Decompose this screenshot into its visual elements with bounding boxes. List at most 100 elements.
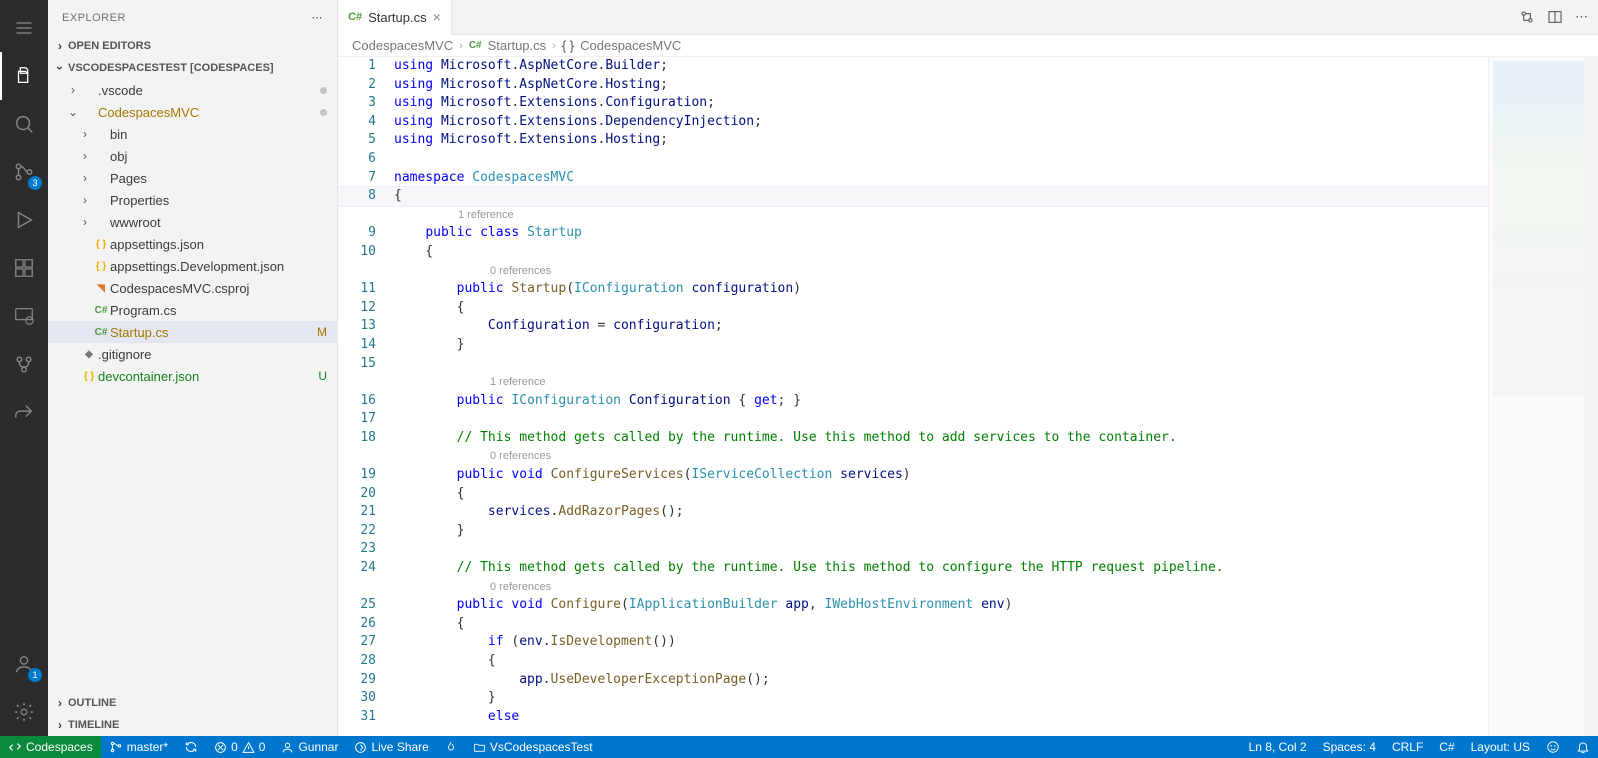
extensions-icon[interactable] (0, 244, 48, 292)
code-line[interactable]: 7namespace CodespacesMVC (338, 169, 1488, 188)
code-line[interactable]: 10 { (338, 243, 1488, 262)
folder-section[interactable]: › VSCODESPACESTEST [CODESPACES] (48, 57, 337, 79)
minimap[interactable] (1488, 57, 1598, 736)
codelens[interactable]: 0 references (338, 447, 1488, 466)
breadcrumb-symbol[interactable]: CodespacesMVC (580, 38, 681, 53)
codelens[interactable]: 0 references (338, 262, 1488, 281)
open-editors-section[interactable]: › OPEN EDITORS (48, 35, 337, 57)
menu-icon[interactable] (0, 4, 48, 52)
code-line[interactable]: 6 (338, 150, 1488, 169)
editor-body[interactable]: 1using Microsoft.AspNetCore.Builder;2usi… (338, 57, 1598, 736)
code-line[interactable]: 2using Microsoft.AspNetCore.Hosting; (338, 76, 1488, 95)
forward-icon[interactable] (0, 388, 48, 436)
outline-section[interactable]: › OUTLINE (48, 692, 337, 714)
split-editor-icon[interactable] (1547, 9, 1563, 25)
file-item[interactable]: { }devcontainer.jsonU (48, 365, 337, 387)
github-icon[interactable] (0, 340, 48, 388)
code-line[interactable]: 8{ (338, 187, 1488, 206)
sidebar-more-icon[interactable]: ⋯ (312, 11, 324, 24)
code-content[interactable]: 1using Microsoft.AspNetCore.Builder;2usi… (338, 57, 1488, 736)
file-item[interactable]: ◥CodespacesMVC.csproj (48, 277, 337, 299)
code-line[interactable]: 17 (338, 410, 1488, 429)
code-line[interactable]: 3using Microsoft.Extensions.Configuratio… (338, 94, 1488, 113)
status-project-label: VsCodespacesTest (490, 740, 593, 754)
status-sync[interactable] (176, 736, 206, 758)
code-line[interactable]: 25 public void Configure(IApplicationBui… (338, 596, 1488, 615)
status-remote[interactable]: Codespaces (0, 736, 101, 758)
folder-item[interactable]: ›bin (48, 123, 337, 145)
compare-changes-icon[interactable] (1519, 9, 1535, 25)
code-line[interactable]: 15 (338, 355, 1488, 374)
file-item[interactable]: { }appsettings.Development.json (48, 255, 337, 277)
more-actions-icon[interactable]: ⋯ (1575, 9, 1588, 25)
status-flame[interactable] (437, 736, 465, 758)
line-content: public Startup(IConfiguration configurat… (394, 280, 1488, 299)
code-line[interactable]: 20 { (338, 485, 1488, 504)
breadcrumbs[interactable]: CodespacesMVC › C# Startup.cs › { } Code… (338, 35, 1598, 57)
status-liveshare[interactable]: Live Share (346, 736, 436, 758)
settings-gear-icon[interactable] (0, 688, 48, 736)
file-item[interactable]: { }appsettings.json (48, 233, 337, 255)
code-line[interactable]: 13 Configuration = configuration; (338, 317, 1488, 336)
folder-item[interactable]: ›Pages (48, 167, 337, 189)
tree-item-label: Program.cs (110, 303, 337, 318)
close-icon[interactable]: × (433, 9, 441, 25)
code-line[interactable]: 16 public IConfiguration Configuration {… (338, 392, 1488, 411)
status-lncol[interactable]: Ln 8, Col 2 (1241, 740, 1315, 754)
status-user[interactable]: Gunnar (273, 736, 346, 758)
code-line[interactable]: 31 else (338, 708, 1488, 727)
code-line[interactable]: 27 if (env.IsDevelopment()) (338, 633, 1488, 652)
status-eol[interactable]: CRLF (1384, 740, 1431, 754)
run-debug-icon[interactable] (0, 196, 48, 244)
status-spaces[interactable]: Spaces: 4 (1315, 740, 1384, 754)
codelens[interactable]: 1 reference (338, 373, 1488, 392)
code-line[interactable]: 5using Microsoft.Extensions.Hosting; (338, 131, 1488, 150)
folder-item[interactable]: ›.vscode (48, 79, 337, 101)
status-branch[interactable]: master* (101, 736, 176, 758)
folder-item[interactable]: ⌄CodespacesMVC (48, 101, 337, 123)
file-item[interactable]: C#Startup.csM (48, 321, 337, 343)
timeline-section[interactable]: › TIMELINE (48, 714, 337, 736)
code-line[interactable]: 11 public Startup(IConfiguration configu… (338, 280, 1488, 299)
line-number: 22 (338, 522, 394, 541)
code-line[interactable]: 26 { (338, 615, 1488, 634)
status-feedback-icon[interactable] (1538, 740, 1568, 754)
code-line[interactable]: 24 // This method gets called by the run… (338, 559, 1488, 578)
code-line[interactable]: 29 app.UseDeveloperExceptionPage(); (338, 671, 1488, 690)
remote-explorer-icon[interactable] (0, 292, 48, 340)
accounts-icon[interactable]: 1 (0, 640, 48, 688)
code-line[interactable]: 9 public class Startup (338, 224, 1488, 243)
breadcrumb-folder[interactable]: CodespacesMVC (352, 38, 453, 53)
code-line[interactable]: 19 public void ConfigureServices(IServic… (338, 466, 1488, 485)
line-number: 28 (338, 652, 394, 671)
line-number: 24 (338, 559, 394, 578)
code-line[interactable]: 4using Microsoft.Extensions.DependencyIn… (338, 113, 1488, 132)
code-line[interactable]: 28 { (338, 652, 1488, 671)
status-layout[interactable]: Layout: US (1463, 740, 1538, 754)
code-line[interactable]: 18 // This method gets called by the run… (338, 429, 1488, 448)
codelens[interactable]: 1 reference (338, 206, 1488, 225)
vertical-scrollbar[interactable] (1584, 57, 1598, 736)
file-item[interactable]: ◆.gitignore (48, 343, 337, 365)
tab-startup-cs[interactable]: C# Startup.cs × (338, 0, 452, 35)
code-line[interactable]: 30 } (338, 689, 1488, 708)
codelens[interactable]: 0 references (338, 578, 1488, 597)
status-problems[interactable]: 0 0 (206, 736, 273, 758)
code-line[interactable]: 1using Microsoft.AspNetCore.Builder; (338, 57, 1488, 76)
status-project[interactable]: VsCodespacesTest (465, 736, 601, 758)
file-item[interactable]: C#Program.cs (48, 299, 337, 321)
source-control-icon[interactable]: 3 (0, 148, 48, 196)
code-line[interactable]: 12 { (338, 299, 1488, 318)
code-line[interactable]: 21 services.AddRazorPages(); (338, 503, 1488, 522)
breadcrumb-file[interactable]: Startup.cs (488, 38, 547, 53)
folder-item[interactable]: ›obj (48, 145, 337, 167)
code-line[interactable]: 14 } (338, 336, 1488, 355)
status-language[interactable]: C# (1431, 740, 1462, 754)
explorer-icon[interactable] (0, 52, 48, 100)
code-line[interactable]: 23 (338, 540, 1488, 559)
status-bell-icon[interactable] (1568, 740, 1598, 754)
code-line[interactable]: 22 } (338, 522, 1488, 541)
folder-item[interactable]: ›Properties (48, 189, 337, 211)
folder-item[interactable]: ›wwwroot (48, 211, 337, 233)
search-icon[interactable] (0, 100, 48, 148)
